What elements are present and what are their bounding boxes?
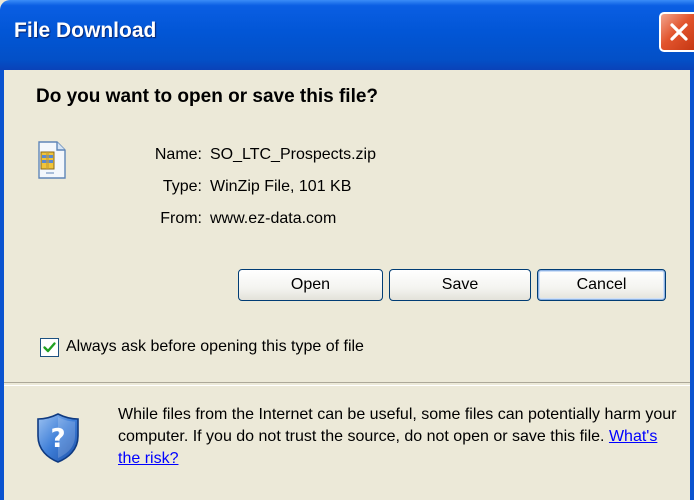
type-label: Type: xyxy=(162,178,202,195)
from-value: www.ez-data.com xyxy=(210,210,337,227)
warning-text: While files from the Internet can be use… xyxy=(118,406,677,445)
always-ask-checkbox[interactable] xyxy=(40,338,59,357)
close-button[interactable] xyxy=(659,12,694,52)
close-icon xyxy=(670,23,688,41)
name-label: Name: xyxy=(154,146,202,163)
window-frame-left xyxy=(0,70,4,500)
open-button[interactable]: Open xyxy=(238,269,383,301)
cancel-button[interactable]: Cancel xyxy=(537,269,666,301)
window-title: File Download xyxy=(14,19,157,42)
dialog-question: Do you want to open or save this file? xyxy=(36,86,379,107)
title-bar[interactable]: File Download xyxy=(0,0,694,70)
type-value: WinZip File, 101 KB xyxy=(210,178,352,195)
security-warning: While files from the Internet can be use… xyxy=(118,404,683,470)
window-frame-right xyxy=(690,70,694,500)
file-download-dialog: File Download Do you want to open or sav… xyxy=(0,0,694,500)
separator xyxy=(4,382,690,386)
shield-help-icon: ? xyxy=(36,412,80,468)
save-button[interactable]: Save xyxy=(389,269,531,301)
always-ask-label[interactable]: Always ask before opening this type of f… xyxy=(66,338,364,356)
from-label: From: xyxy=(160,210,202,227)
checkmark-icon xyxy=(43,342,56,353)
name-value: SO_LTC_Prospects.zip xyxy=(210,146,376,163)
svg-text:?: ? xyxy=(50,424,65,454)
